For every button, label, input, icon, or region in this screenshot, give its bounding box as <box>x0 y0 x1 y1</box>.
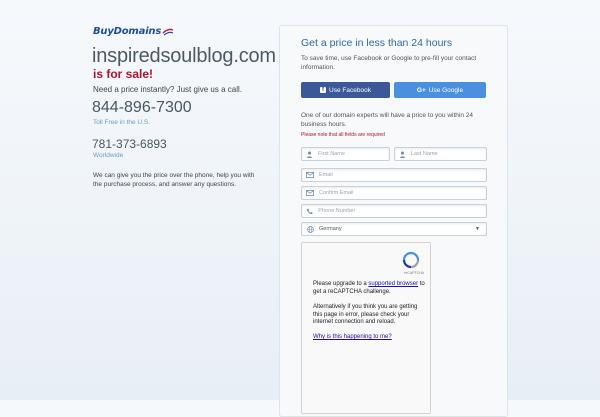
google-button[interactable]: G+ Use Google <box>394 82 486 98</box>
google-button-label: Use Google <box>428 86 464 94</box>
chevron-down-icon: ▼ <box>475 226 480 232</box>
for-sale-heading: is for sale! <box>93 67 154 81</box>
required-note: Please note that all fields are required <box>301 132 385 138</box>
phone-input[interactable] <box>318 208 486 214</box>
recaptcha-icon <box>402 251 420 269</box>
expert-text: One of our domain experts will have a pr… <box>301 112 473 128</box>
need-price-text: Need a price instantly? Just give us a c… <box>93 85 242 94</box>
why-happening-link[interactable]: Why is this happening to me? <box>313 334 392 340</box>
first-name-field[interactable] <box>301 147 390 161</box>
country-select[interactable]: Germany ▼ <box>301 222 487 236</box>
person-icon <box>399 150 406 158</box>
google-plus-icon: G+ <box>416 86 426 94</box>
price-request-panel: Get a price in less than 24 hours To sav… <box>279 25 508 417</box>
captcha-alternative-text: Alternatively if you think you are getti… <box>313 304 418 325</box>
form-title: Get a price in less than 24 hours <box>301 37 453 49</box>
email-input[interactable] <box>319 172 486 178</box>
confirm-email-field[interactable] <box>301 186 487 200</box>
confirm-email-input[interactable] <box>319 190 486 196</box>
envelope-icon <box>306 189 314 197</box>
captcha-msg-prefix: Please upgrade to a <box>313 281 369 287</box>
globe-icon <box>306 225 314 233</box>
facebook-button-label: Use Facebook <box>329 86 371 94</box>
supported-browser-link[interactable]: supported browser <box>368 281 418 287</box>
logo-swoosh-icon <box>162 28 174 35</box>
recaptcha-box: reCAPTCHA Please upgrade to a supported … <box>301 242 431 414</box>
phone-field[interactable] <box>301 204 487 218</box>
phone-primary[interactable]: 844-896-7300 <box>92 99 192 117</box>
envelope-icon <box>306 171 314 179</box>
phone-icon <box>306 207 313 215</box>
toll-free-label: Toll Free in the U.S. <box>93 119 151 126</box>
last-name-input[interactable] <box>411 151 486 157</box>
recaptcha-brand: reCAPTCHA <box>404 271 424 275</box>
captcha-message: Please upgrade to a supported browser to… <box>313 281 425 296</box>
email-field[interactable] <box>301 168 487 182</box>
pitch-text: We can give you the price over the phone… <box>93 172 255 188</box>
country-value: Germany <box>319 226 342 232</box>
facebook-icon: f <box>320 87 327 93</box>
domain-name: inspiredsoulblog.com <box>92 45 276 67</box>
form-subtitle: To save time, use Facebook or Google to … <box>301 55 477 71</box>
worldwide-label: Worldwide <box>93 152 124 159</box>
facebook-button[interactable]: f Use Facebook <box>301 82 390 98</box>
logo-text: BuyDomains <box>93 26 162 37</box>
last-name-field[interactable] <box>394 147 487 161</box>
first-name-input[interactable] <box>318 151 389 157</box>
person-icon <box>306 150 313 158</box>
phone-secondary[interactable]: 781-373-6893 <box>92 137 167 151</box>
buydomains-logo[interactable]: BuyDomains <box>93 26 174 37</box>
